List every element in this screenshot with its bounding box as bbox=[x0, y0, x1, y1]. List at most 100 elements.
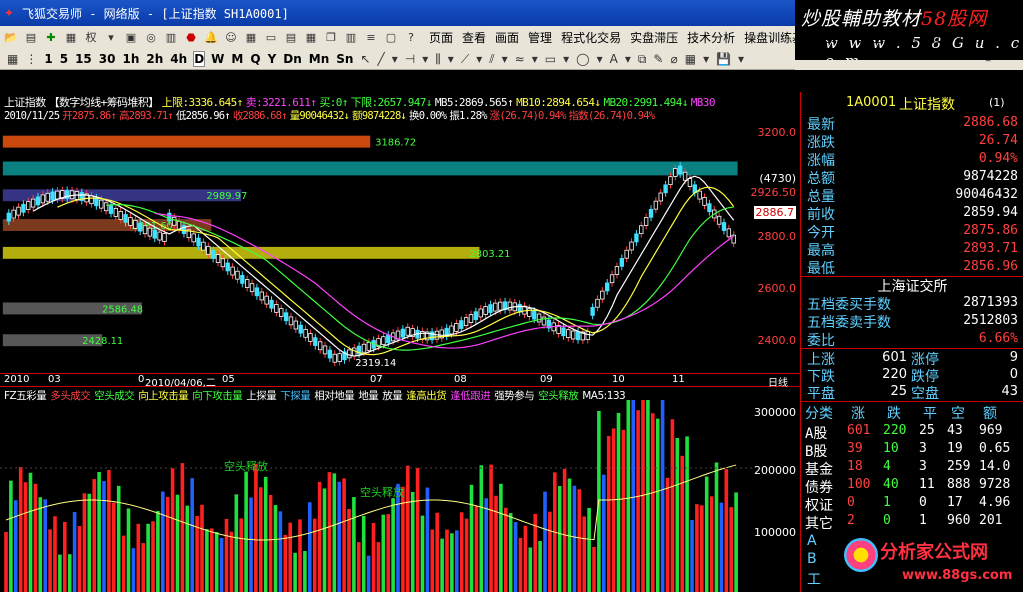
menu-item[interactable]: 插件 bbox=[891, 29, 915, 46]
period-button[interactable]: 4h bbox=[170, 52, 187, 66]
drawing-tool-icon[interactable]: ▾ bbox=[422, 52, 428, 66]
drawing-tool-icon[interactable]: ▾ bbox=[502, 52, 508, 66]
candle bbox=[283, 312, 289, 322]
info-field: 振1.28% bbox=[449, 110, 487, 122]
tile-icon[interactable]: ▦ bbox=[302, 28, 320, 46]
drawing-tool-icon[interactable]: ⧉ bbox=[638, 52, 647, 67]
candle bbox=[220, 258, 226, 268]
chart-icon[interactable]: ▥ bbox=[162, 28, 180, 46]
candle bbox=[308, 333, 313, 342]
menu-item[interactable]: 操盘训练基地 bbox=[744, 29, 816, 46]
drawing-tool-icon[interactable]: ╱ bbox=[378, 52, 385, 66]
candle bbox=[561, 327, 566, 337]
drawing-tool-icon[interactable]: ⟋ bbox=[461, 52, 469, 67]
drawing-tool-icon[interactable]: ⫼ bbox=[435, 52, 441, 67]
drawing-tool-icon[interactable]: ◯ bbox=[576, 52, 589, 66]
layout-icon[interactable]: ▦ bbox=[242, 28, 260, 46]
drawing-tool-icon[interactable]: ▾ bbox=[703, 52, 709, 66]
drawing-tool-icon[interactable]: ≈ bbox=[515, 52, 525, 66]
candle bbox=[668, 176, 673, 186]
period-button[interactable]: Dn bbox=[283, 52, 302, 66]
grid-icon[interactable]: ▦ bbox=[62, 28, 80, 46]
binocular-icon[interactable]: ◎ bbox=[142, 28, 160, 46]
candle bbox=[570, 330, 576, 340]
period-button[interactable]: M bbox=[231, 52, 243, 66]
monitor-icon[interactable]: ▣ bbox=[122, 28, 140, 46]
drawing-tool-icon[interactable]: ▦ bbox=[685, 52, 696, 66]
drawing-tool-icon[interactable]: ▾ bbox=[597, 52, 603, 66]
menu-item[interactable]: 外挂 bbox=[858, 29, 882, 46]
menu-item[interactable]: 管理 bbox=[528, 29, 552, 46]
full-icon[interactable]: ▢ bbox=[382, 28, 400, 46]
candle bbox=[89, 195, 94, 205]
help-icon[interactable]: ? bbox=[402, 28, 420, 46]
minimize-icon[interactable]: _ bbox=[986, 52, 1000, 62]
drawing-tool-icon[interactable]: ⌀ bbox=[670, 52, 677, 66]
bell-icon[interactable]: 🔔 bbox=[202, 28, 220, 46]
breadth-value: 601 bbox=[882, 350, 907, 365]
drawing-tool-icon[interactable]: ↖ bbox=[360, 52, 370, 66]
drawing-tool-icon[interactable]: ▾ bbox=[448, 52, 454, 66]
rsi-icon[interactable]: ▤ bbox=[22, 28, 40, 46]
close-icon[interactable]: ✕ bbox=[1012, 52, 1023, 62]
menu-item[interactable]: 窗口 bbox=[924, 29, 948, 46]
drawing-tool-icon[interactable]: A bbox=[610, 52, 618, 66]
table-cell: 11 bbox=[919, 477, 935, 492]
watermark-url: www.88gs.com bbox=[902, 568, 1013, 583]
period-button[interactable]: Mn bbox=[309, 52, 329, 66]
period-button[interactable]: Y bbox=[268, 52, 277, 66]
period-button[interactable]: W bbox=[211, 52, 224, 66]
menu-item[interactable]: 页面 bbox=[429, 29, 453, 46]
drawing-tool-icon[interactable]: ✎ bbox=[653, 52, 663, 66]
menu-item[interactable]: 帮助 bbox=[957, 29, 981, 46]
stop-icon[interactable]: ⬣ bbox=[182, 28, 200, 46]
volume-bar bbox=[72, 512, 77, 592]
drawing-tool-icon[interactable]: ▾ bbox=[476, 52, 482, 66]
panel-icon[interactable]: ▤ bbox=[282, 28, 300, 46]
period-button[interactable]: D bbox=[193, 51, 206, 67]
drawing-tool-icon[interactable]: ▾ bbox=[392, 52, 398, 66]
drawing-tool-icon[interactable]: 💾 bbox=[716, 52, 731, 66]
period-button[interactable]: 1 bbox=[44, 52, 52, 66]
menu-item[interactable]: 查看 bbox=[462, 29, 486, 46]
period-button[interactable]: Sn bbox=[336, 52, 353, 66]
period-button[interactable]: 1h bbox=[122, 52, 139, 66]
weight-icon[interactable]: 权 bbox=[82, 28, 100, 46]
volume-bar bbox=[254, 463, 258, 592]
volume-axis-label: 100000 bbox=[754, 526, 796, 539]
list-icon[interactable]: ≡ bbox=[362, 28, 380, 46]
date-tick: 03 bbox=[48, 374, 61, 385]
volume-bar bbox=[685, 436, 689, 592]
cascade-icon[interactable]: ❐ bbox=[322, 28, 340, 46]
price-chart[interactable]: 3186.722989.972881.602803.212586.482428.… bbox=[0, 92, 800, 372]
period-button[interactable]: 15 bbox=[75, 52, 92, 66]
menu-item[interactable]: 程式化交易 bbox=[561, 29, 621, 46]
volume-bar bbox=[592, 546, 596, 592]
drawing-tool-icon[interactable]: ▾ bbox=[563, 52, 569, 66]
drawing-tool-icon[interactable]: ▾ bbox=[738, 52, 744, 66]
split-icon[interactable]: ▥ bbox=[342, 28, 360, 46]
order-value: 2512803 bbox=[963, 313, 1018, 328]
menu-item[interactable]: 画面 bbox=[495, 29, 519, 46]
period-button[interactable]: 30 bbox=[99, 52, 116, 66]
open-icon[interactable]: 📂 bbox=[2, 28, 20, 46]
drawing-tool-icon[interactable]: ▭ bbox=[545, 52, 556, 66]
menu-item[interactable]: 实盘滞压 bbox=[630, 29, 678, 46]
table-cell: 100 bbox=[847, 477, 871, 492]
period-button[interactable]: Q bbox=[250, 52, 260, 66]
dropdown-icon[interactable]: ▾ bbox=[102, 28, 120, 46]
drawing-tool-icon[interactable]: ▾ bbox=[625, 52, 631, 66]
drawing-tool-icon[interactable]: ⊣ bbox=[405, 52, 415, 66]
add-icon[interactable]: ✚ bbox=[42, 28, 60, 46]
user-icon[interactable]: ☺ bbox=[222, 28, 240, 46]
period-button[interactable]: 2h bbox=[146, 52, 163, 66]
period-button[interactable]: 5 bbox=[60, 52, 68, 66]
drawing-tool-icon[interactable]: ⫽ bbox=[489, 52, 494, 67]
quote-label: 总额 bbox=[807, 171, 835, 187]
volume-bar bbox=[381, 514, 386, 592]
drawing-tool-icon[interactable]: ▾ bbox=[532, 52, 538, 66]
menu-item[interactable]: 技术分析 bbox=[687, 29, 735, 46]
volume-bar bbox=[14, 500, 18, 592]
menu-item[interactable]: 资讯 bbox=[825, 29, 849, 46]
window-icon[interactable]: ▭ bbox=[262, 28, 280, 46]
